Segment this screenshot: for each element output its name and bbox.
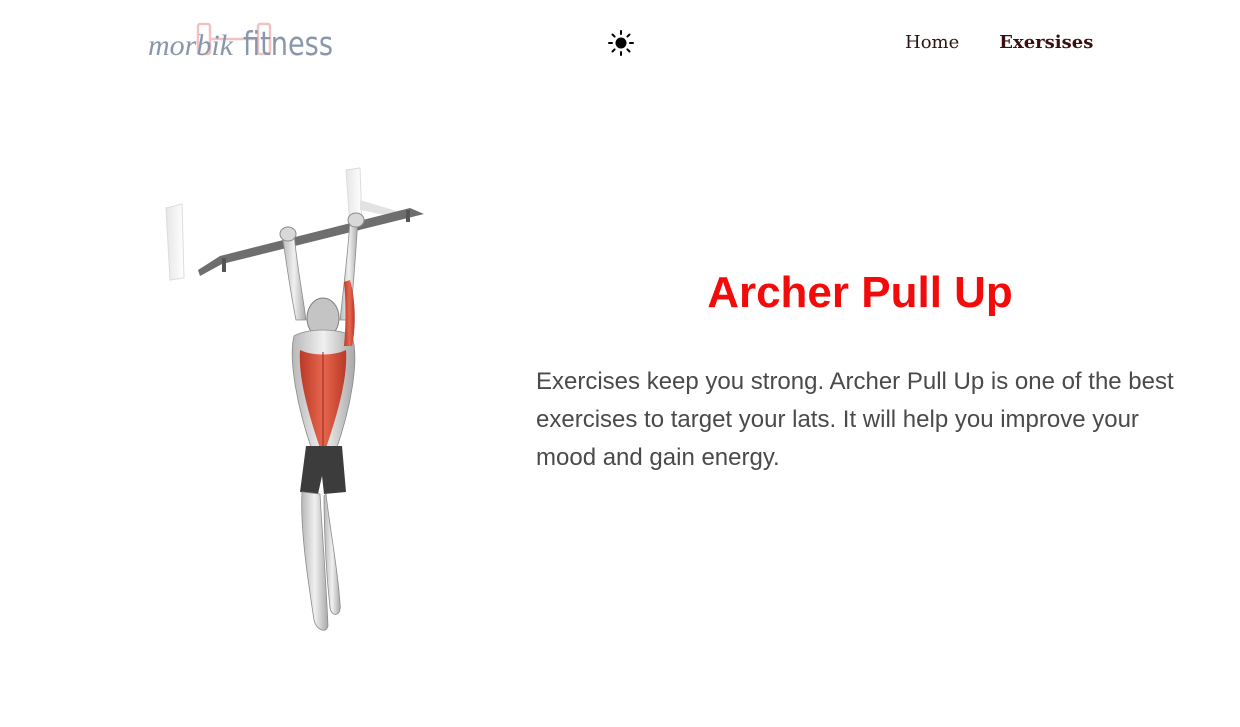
- nav-link-exercises[interactable]: Exersises: [999, 30, 1093, 56]
- figure-shorts: [300, 446, 346, 494]
- archer-pull-up-figure: [165, 167, 424, 631]
- exercise-illustration: [160, 160, 430, 645]
- sun-icon: [608, 30, 634, 56]
- figure-legs: [301, 491, 341, 631]
- pull-up-bar: [198, 208, 424, 276]
- logo-text-fitness: fitness: [243, 24, 333, 63]
- site-header: morbik fitness Home Exersises: [0, 0, 1240, 86]
- site-logo[interactable]: morbik fitness: [146, 14, 336, 64]
- theme-toggle-button[interactable]: [607, 29, 635, 57]
- exercise-description: Exercises keep you strong. Archer Pull U…: [536, 368, 1174, 471]
- main-nav: Home Exersises: [905, 30, 1093, 56]
- logo-text-morbik: morbik: [148, 29, 234, 62]
- nav-link-home[interactable]: Home: [905, 30, 959, 56]
- exercise-title: Archer Pull Up: [707, 268, 1013, 317]
- logo-graphic: morbik fitness: [148, 22, 333, 63]
